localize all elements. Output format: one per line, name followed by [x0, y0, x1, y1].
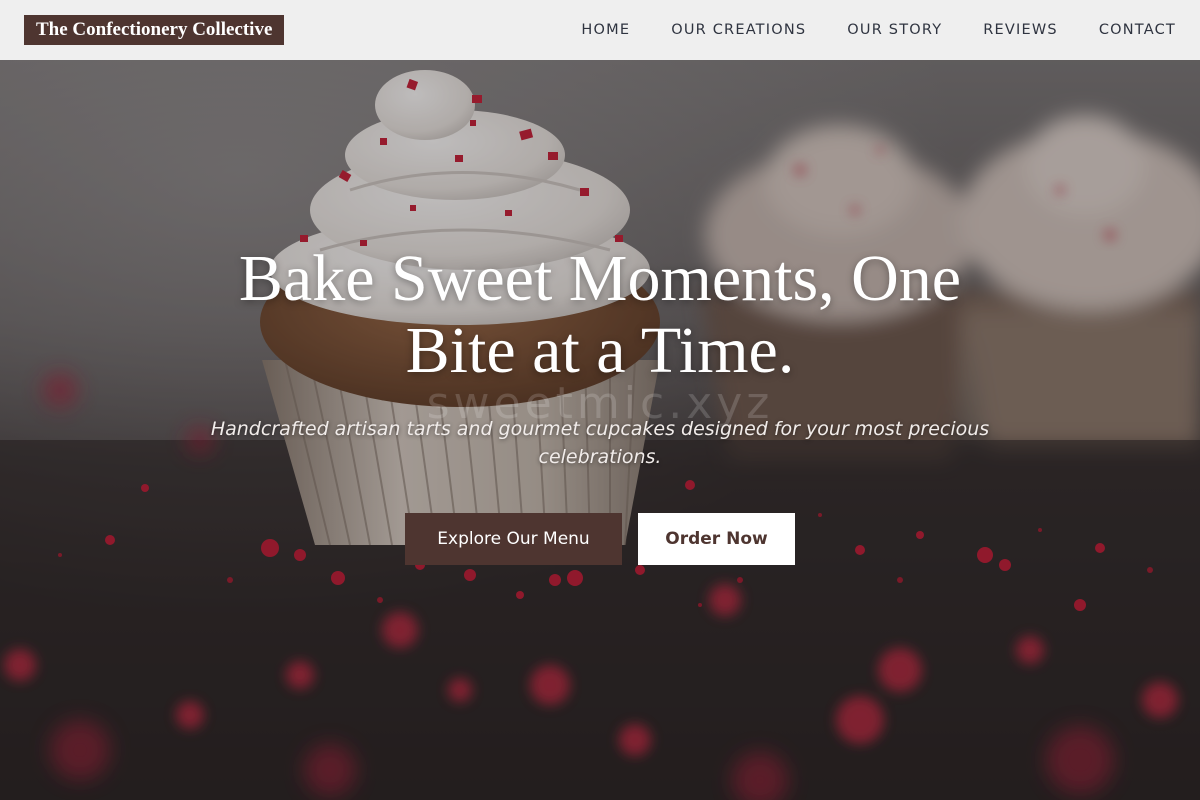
hero-actions: Explore Our Menu Order Now: [405, 513, 795, 565]
nav-link-our-story[interactable]: OUR STORY: [847, 22, 942, 38]
hero-subtitle: Handcrafted artisan tarts and gourmet cu…: [210, 418, 990, 468]
nav-link-reviews[interactable]: REVIEWS: [983, 22, 1058, 38]
main-nav: HOME OUR CREATIONS OUR STORY REVIEWS CON…: [581, 22, 1176, 38]
nav-link-our-creations[interactable]: OUR CREATIONS: [671, 22, 806, 38]
hero-title: Bake Sweet Moments, One Bite at a Time.: [238, 242, 962, 387]
brand-logo[interactable]: The Confectionery Collective: [24, 15, 285, 45]
hero-section: sweetmic.xyz Bake Sweet Moments, One Bit…: [0, 60, 1200, 800]
hero-content: Bake Sweet Moments, One Bite at a Time. …: [0, 60, 1200, 800]
site-header: The Confectionery Collective HOME OUR CR…: [0, 0, 1200, 60]
explore-menu-button[interactable]: Explore Our Menu: [405, 513, 622, 565]
nav-link-contact[interactable]: CONTACT: [1099, 22, 1176, 38]
nav-link-home[interactable]: HOME: [581, 22, 630, 38]
order-now-button[interactable]: Order Now: [638, 513, 795, 565]
